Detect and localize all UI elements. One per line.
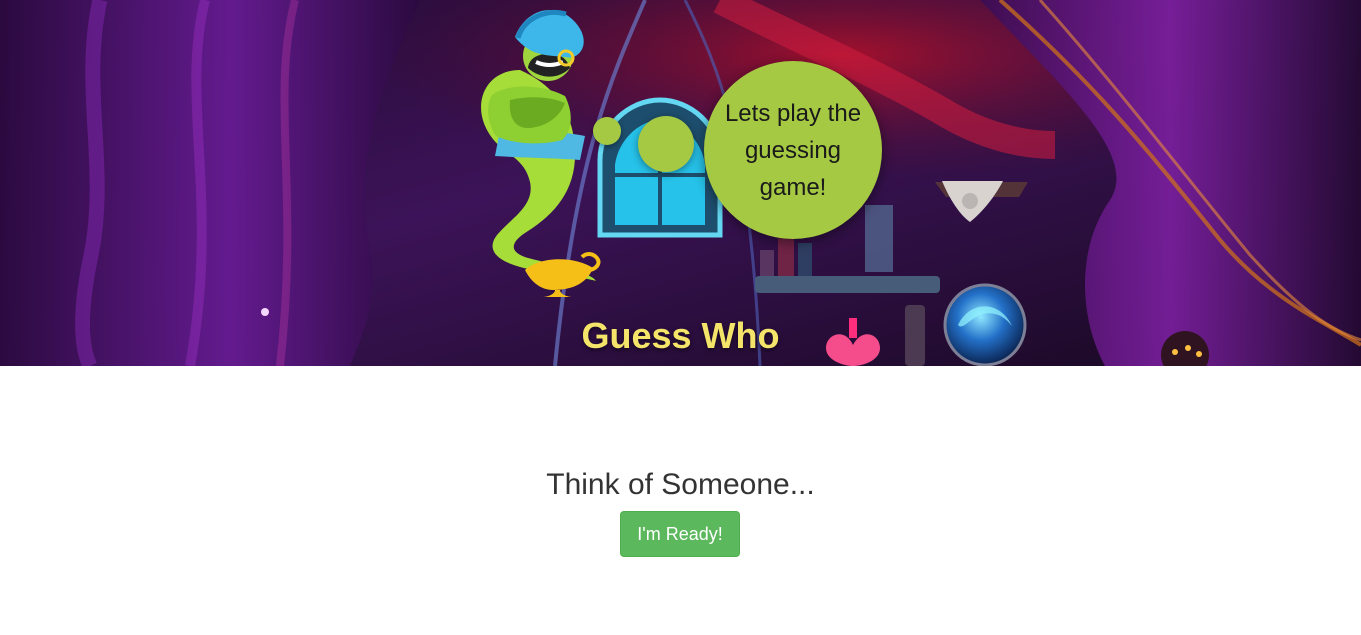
hero-banner: Lets play the guessing game! Guess Who [0, 0, 1361, 366]
speech-dot-small [593, 117, 621, 145]
speech-dot-medium [638, 116, 694, 172]
main-content: Think of Someone... I'm Ready! [0, 366, 1361, 635]
prompt-heading: Think of Someone... [546, 468, 815, 501]
speech-bubble: Lets play the guessing game! [704, 61, 882, 239]
ready-button[interactable]: I'm Ready! [620, 511, 740, 557]
guess-who-page: Lets play the guessing game! Guess Who T… [0, 0, 1361, 635]
page-title: Guess Who [581, 315, 780, 356]
speech-bubble-text: Lets play the guessing game! [724, 99, 862, 201]
magic-room-background [0, 0, 1361, 366]
